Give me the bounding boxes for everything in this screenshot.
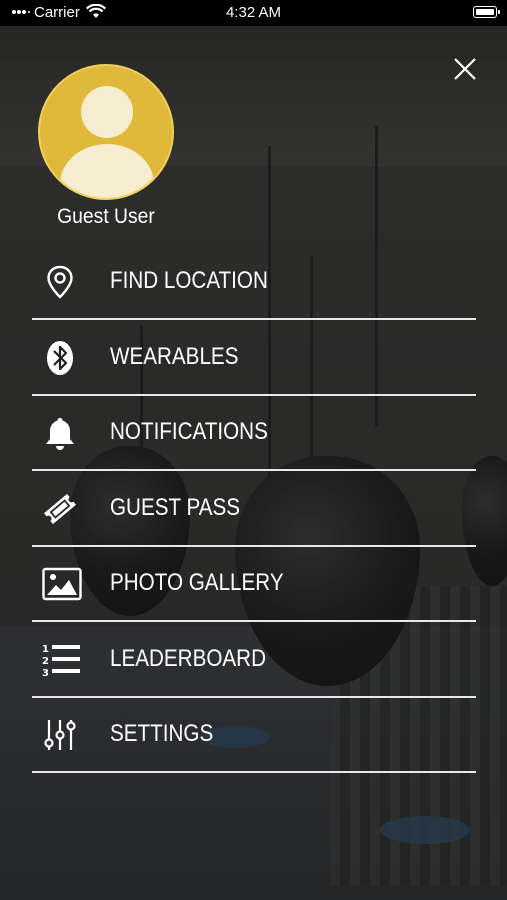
bell-icon (46, 418, 74, 450)
menu-item-wearables[interactable]: WEARABLES (32, 322, 476, 396)
menu-item-label: GUEST PASS (110, 493, 241, 521)
menu-item-notifications[interactable]: NOTIFICATIONS (32, 397, 476, 471)
status-bar: Carrier 4:32 AM (0, 0, 507, 26)
user-name: Guest User (57, 205, 155, 228)
menu-item-photo-gallery[interactable]: PHOTO GALLERY (32, 548, 476, 622)
ticket-icon (44, 493, 76, 524)
avatar[interactable] (38, 64, 174, 200)
image-icon (42, 567, 82, 601)
bluetooth-icon (47, 340, 73, 375)
menu-item-label: NOTIFICATIONS (110, 418, 268, 445)
menu-item-label: LEADERBOARD (110, 644, 266, 672)
menu-item-label: FIND LOCATION (110, 267, 268, 294)
menu-item-label: WEARABLES (110, 342, 239, 370)
svg-text:3: 3 (42, 668, 49, 678)
close-icon[interactable] (448, 52, 482, 86)
clock: 4:32 AM (225, 4, 282, 21)
battery-icon (473, 6, 500, 18)
menu-item-guest-pass[interactable]: GUEST PASS (32, 473, 476, 547)
menu-item-find-location[interactable]: FIND LOCATION (32, 246, 476, 320)
sliders-icon (44, 720, 76, 750)
ranked-list-icon: 1 2 3 (42, 644, 80, 678)
location-pin-icon (47, 265, 73, 299)
menu-item-label: PHOTO GALLERY (110, 569, 284, 596)
svg-text:1: 1 (42, 644, 49, 655)
menu-item-settings[interactable]: SETTINGS (32, 699, 476, 773)
menu-item-label: SETTINGS (110, 720, 214, 747)
svg-text:2: 2 (42, 656, 49, 667)
menu-item-leaderboard[interactable]: 1 2 3 LEADERBOARD (32, 624, 476, 698)
side-menu: FIND LOCATION WEARABLES NOTIFICATIONS GU… (32, 246, 476, 775)
